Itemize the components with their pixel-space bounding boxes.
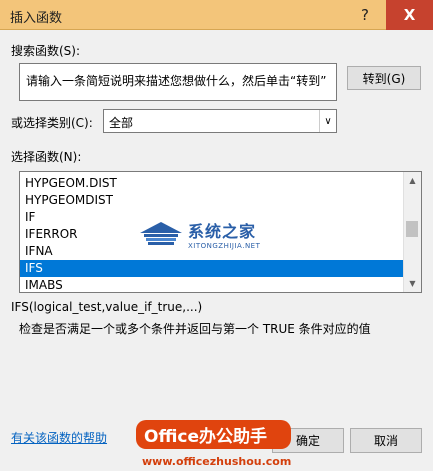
go-button[interactable]: 转到(G) — [347, 66, 421, 90]
help-link[interactable]: 有关该函数的帮助 — [11, 429, 107, 446]
dialog-title: 插入函数 — [10, 11, 63, 26]
chevron-down-icon[interactable]: ∨ — [319, 110, 336, 132]
category-label: 或选择类别(C): — [11, 116, 93, 130]
function-description: 检查是否满足一个或多个条件并返回与第一个 TRUE 条件对应的值 — [19, 322, 371, 336]
scroll-down-icon[interactable]: ▼ — [404, 275, 421, 292]
close-button[interactable]: X — [386, 0, 433, 30]
function-list-item[interactable]: IFS — [20, 260, 405, 277]
watermark-officezhushou: Office办公助手 www.officezhushou.com — [136, 420, 292, 468]
scroll-up-icon[interactable]: ▲ — [404, 172, 421, 189]
function-list-item[interactable]: IMABS — [20, 277, 405, 292]
function-signature: IFS(logical_test,value_if_true,...) — [11, 300, 203, 314]
watermark-site1-name: 系统之家 — [188, 222, 257, 241]
function-list-label: 选择函数(N): — [11, 150, 82, 164]
cancel-button[interactable]: 取消 — [350, 428, 422, 453]
watermark-site1-url: XITONGZHIJIA.NET — [188, 242, 261, 250]
category-value: 全部 — [109, 116, 134, 130]
title-bar: 插入函数 ? X — [0, 0, 433, 30]
help-button[interactable]: ? — [346, 0, 384, 30]
search-input[interactable]: 请输入一条简短说明来描述您想做什么，然后单击“转到” — [19, 63, 337, 101]
category-select[interactable]: 全部 ∨ — [103, 109, 337, 133]
insert-function-dialog: 插入函数 ? X 搜索函数(S): 请输入一条简短说明来描述您想做什么，然后单击… — [0, 0, 433, 471]
search-label: 搜索函数(S): — [11, 44, 81, 58]
scroll-thumb[interactable] — [406, 221, 418, 237]
watermark-site2-url: www.officezhushou.com — [142, 455, 292, 468]
function-list-item[interactable]: HYPGEOMDIST — [20, 192, 405, 209]
watermark-site2-name: Office办公助手 — [136, 420, 292, 449]
list-scrollbar[interactable]: ▲ ▼ — [403, 172, 421, 292]
watermark-xitongzhijia: 系统之家 XITONGZHIJIA.NET — [138, 218, 260, 250]
house-logo-icon — [140, 222, 182, 245]
function-list-item[interactable]: HYPGEOM.DIST — [20, 175, 405, 192]
